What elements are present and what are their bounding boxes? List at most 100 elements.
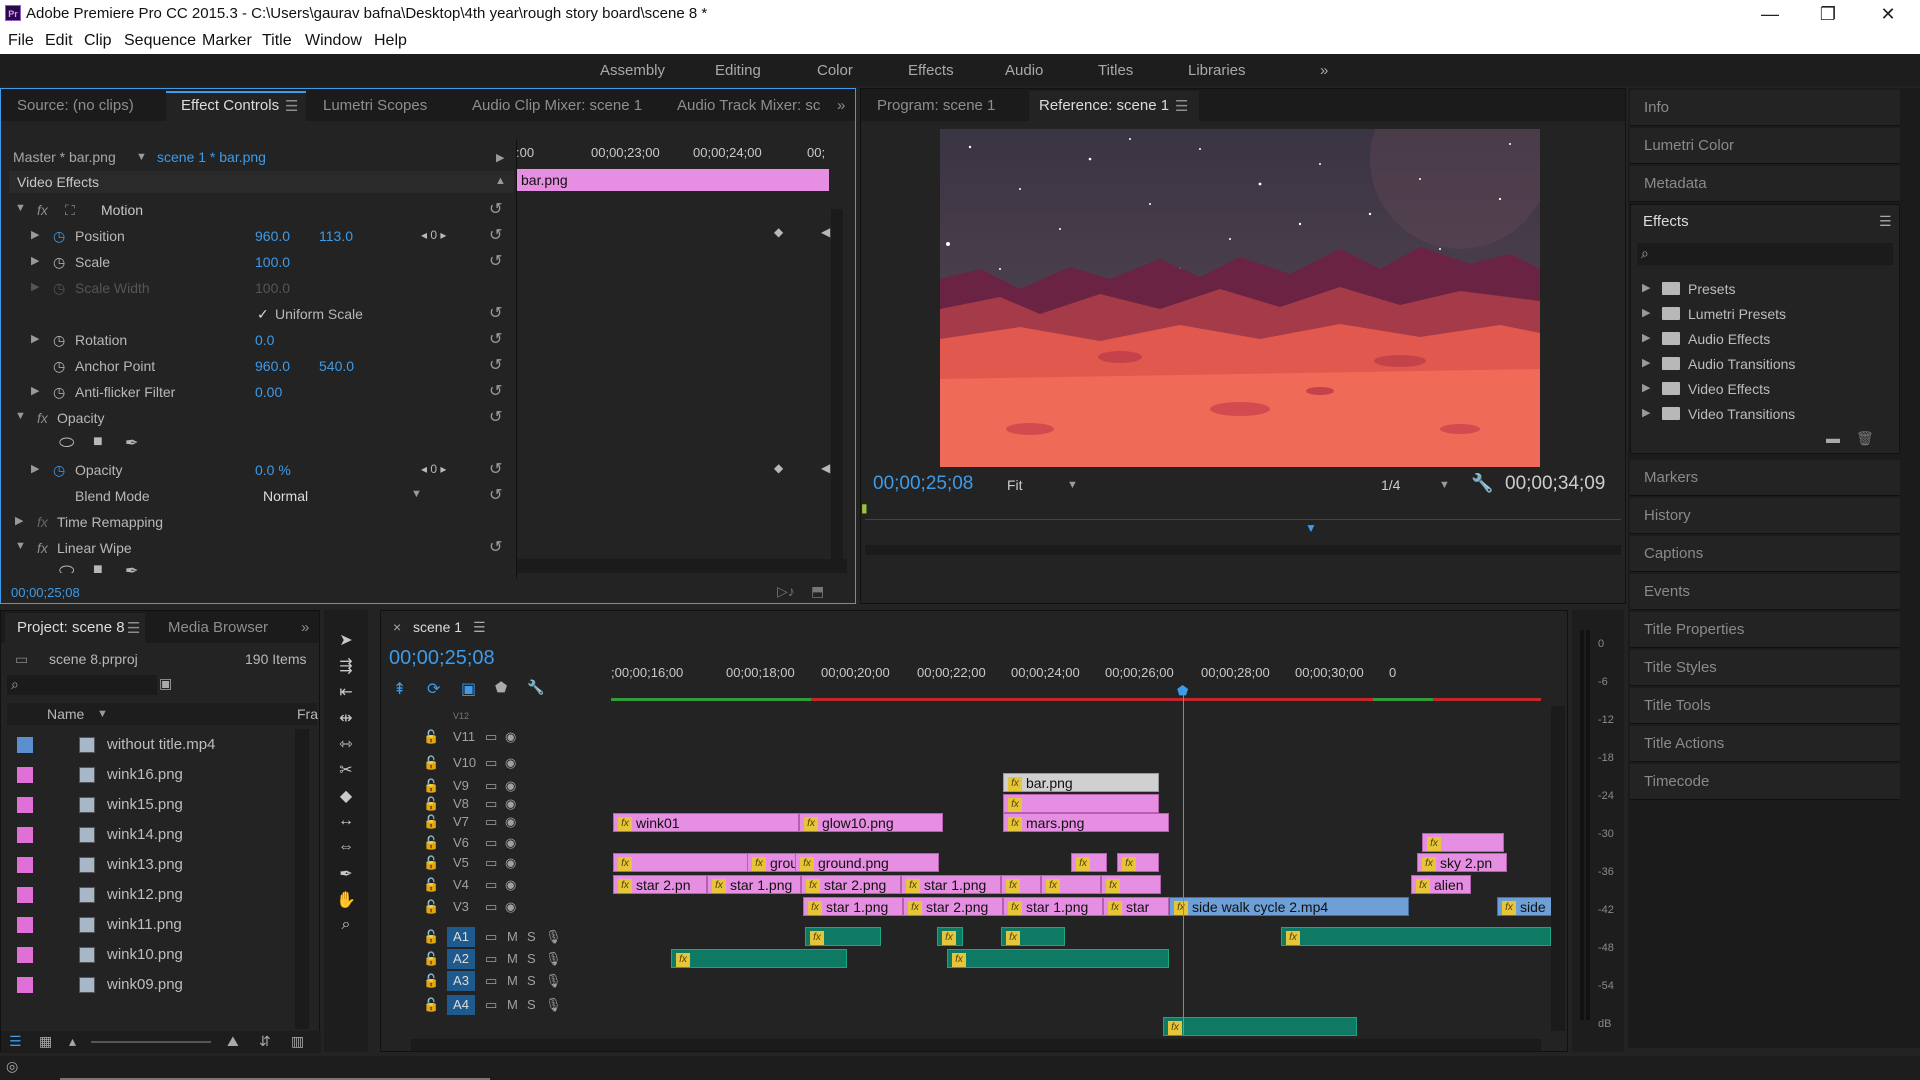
video-clip[interactable]: fx ground.png (795, 853, 939, 872)
anchor-x-value[interactable]: 960.0 (255, 358, 290, 374)
workspace-color[interactable]: Color (817, 62, 853, 79)
video-transitions-expand-icon[interactable]: ▶ (1642, 406, 1650, 419)
find-icon[interactable]: ⇵ (259, 1033, 271, 1050)
label-color-swatch[interactable] (17, 887, 33, 903)
track-lock-icon[interactable]: 🔓 (423, 755, 439, 771)
menu-file[interactable]: File (8, 32, 34, 50)
blend-mode-select[interactable]: Normal (263, 488, 308, 504)
video-clip[interactable]: fx (1001, 875, 1041, 894)
anchor-reset-icon[interactable]: ↺ (489, 355, 502, 375)
program-playhead-icon[interactable]: ▼ (1305, 521, 1317, 535)
presets-expand-icon[interactable]: ▶ (1642, 281, 1650, 294)
effects-item-audio-transitions[interactable]: ▶ Audio Transitions (1642, 351, 1892, 376)
audio-clip[interactable]: fx (937, 927, 963, 946)
effects-item-presets[interactable]: ▶ Presets (1642, 276, 1892, 301)
minimize-button[interactable]: — (1750, 2, 1790, 26)
column-frame-rate[interactable]: Fra (297, 706, 318, 722)
toggle-sync-lock-icon[interactable]: ▭ (485, 814, 497, 830)
rotation-expand-icon[interactable]: ▶ (31, 332, 39, 345)
effects-menu-icon[interactable]: ☰ (1879, 213, 1892, 230)
panel-timecode[interactable]: Timecode (1630, 764, 1900, 800)
track-name[interactable]: A3 (447, 971, 475, 991)
master-dropdown-icon[interactable]: ▼ (136, 151, 147, 163)
rotation-reset-icon[interactable]: ↺ (489, 329, 502, 349)
opacity-reset-icon[interactable]: ↺ (489, 459, 502, 479)
video-clip[interactable]: fx (1101, 875, 1161, 894)
delete-icon[interactable]: 🗑 (1856, 430, 1874, 447)
audio-clip[interactable]: fx (1163, 1017, 1357, 1036)
menu-window[interactable]: Window (305, 32, 362, 50)
scale-reset-icon[interactable]: ↺ (489, 251, 502, 271)
ec-timecode[interactable]: 00;00;25;08 (11, 585, 80, 600)
antiflicker-reset-icon[interactable]: ↺ (489, 381, 502, 401)
workspace-libraries[interactable]: Libraries (1188, 62, 1246, 79)
toggle-output-eye-icon[interactable]: ◉ (505, 755, 516, 771)
video-clip[interactable]: fx wink01 (613, 813, 799, 832)
video-clip[interactable]: fx star 2.pn (613, 875, 707, 894)
toggle-sync-lock-icon[interactable]: ▭ (485, 973, 497, 989)
project-item[interactable]: wink15.png (7, 789, 297, 819)
tab-audio-track-mixer[interactable]: Audio Track Mixer: sc (677, 97, 820, 114)
video-clip[interactable]: fx side walk cycle 2.mp4 (1169, 897, 1409, 916)
antiflicker-stopwatch-icon[interactable]: ◷ (53, 384, 65, 401)
audio-transitions-expand-icon[interactable]: ▶ (1642, 356, 1650, 369)
audio-effects-expand-icon[interactable]: ▶ (1642, 331, 1650, 344)
hand-tool-icon[interactable]: ✋ (334, 890, 358, 912)
keyframe-marker-icon[interactable]: ◆ (774, 225, 783, 239)
effects-search-input[interactable]: ⌕ (1637, 243, 1893, 265)
fit-dropdown-icon[interactable]: ▼ (1067, 479, 1078, 491)
video-clip[interactable]: fx mars.png (1003, 813, 1169, 832)
program-zoom-bar[interactable] (865, 545, 1621, 555)
audio-clip[interactable]: fx (1001, 927, 1065, 946)
video-clip[interactable]: fx (1041, 875, 1101, 894)
video-clip[interactable]: fx alien (1411, 875, 1471, 894)
audio-clip[interactable]: fx (805, 927, 881, 946)
linear-wipe-expand-icon[interactable]: ▼ (15, 540, 26, 552)
uniform-scale-reset-icon[interactable]: ↺ (489, 303, 502, 323)
workspace-overflow-button[interactable]: » (1320, 62, 1328, 79)
track-lock-icon[interactable]: 🔓 (423, 877, 439, 893)
mute-button[interactable]: M (507, 973, 518, 988)
wipe-ellipse-mask-icon[interactable]: ⬭ (59, 560, 74, 573)
razor-tool-icon[interactable]: ✂ (334, 760, 358, 782)
pen-tool-icon[interactable]: ✒ (334, 864, 358, 886)
linear-wipe-fx-badge[interactable]: fx (37, 540, 48, 556)
toggle-sync-lock-icon[interactable]: ▭ (485, 778, 497, 794)
tab-media-browser[interactable]: Media Browser (168, 619, 268, 636)
video-track-header[interactable]: 🔓 V4 ▭ ◉ (421, 875, 601, 895)
toggle-output-eye-icon[interactable]: ◉ (505, 778, 516, 794)
opacity-stopwatch-icon[interactable]: ◷ (53, 462, 65, 479)
track-lock-icon[interactable]: 🔓 (423, 899, 439, 915)
timeline-settings-icon[interactable]: 🔧 (527, 679, 544, 696)
playhead-icon[interactable]: ⬟ (1177, 683, 1188, 699)
video-track-header[interactable]: 🔓 V11 ▭ ◉ (421, 727, 601, 747)
menu-sequence[interactable]: Sequence (124, 32, 196, 50)
menu-help[interactable]: Help (374, 32, 407, 50)
track-lock-icon[interactable]: 🔓 (423, 778, 439, 794)
linked-selection-icon[interactable]: ⟳ (427, 679, 440, 699)
new-item-icon[interactable]: ▥ (291, 1033, 304, 1050)
voice-over-mic-icon[interactable]: 🎙 (545, 997, 562, 1013)
track-lock-icon[interactable]: 🔓 (423, 729, 439, 745)
audio-track-header[interactable]: 🔓 A1 ▭ M S 🎙 (421, 927, 601, 947)
project-item[interactable]: wink13.png (7, 849, 297, 879)
opacity-keyframe-marker-icon[interactable]: ◆ (774, 461, 783, 475)
track-lock-icon[interactable]: 🔓 (423, 973, 439, 989)
video-clip[interactable]: fx star (1103, 897, 1169, 916)
mute-button[interactable]: M (507, 997, 518, 1012)
video-clip[interactable]: fx star 1.png (803, 897, 903, 916)
icon-view-icon[interactable]: ▦ (39, 1033, 52, 1050)
video-track-header[interactable]: 🔓 V5 ▭ ◉ (421, 853, 601, 873)
motion-reset-icon[interactable]: ↺ (489, 199, 502, 219)
timeline-horizontal-scrollbar[interactable] (411, 1039, 1541, 1051)
track-name[interactable]: A2 (447, 949, 475, 969)
toggle-sync-lock-icon[interactable]: ▭ (485, 951, 497, 967)
effects-item-video-transitions[interactable]: ▶ Video Transitions (1642, 401, 1892, 426)
scale-expand-icon[interactable]: ▶ (31, 254, 39, 267)
timeline-ruler[interactable]: ;00;00;16;00 00;00;18;00 00;00;20;00 00;00;… (611, 661, 1541, 701)
video-clip[interactable]: fx side (1497, 897, 1553, 916)
panel-title-tools[interactable]: Title Tools (1630, 688, 1900, 724)
toggle-output-eye-icon[interactable]: ◉ (505, 855, 516, 871)
opacity-fx-badge[interactable]: fx (37, 410, 48, 426)
video-track-header[interactable]: 🔓 V8 ▭ ◉ (421, 794, 601, 814)
